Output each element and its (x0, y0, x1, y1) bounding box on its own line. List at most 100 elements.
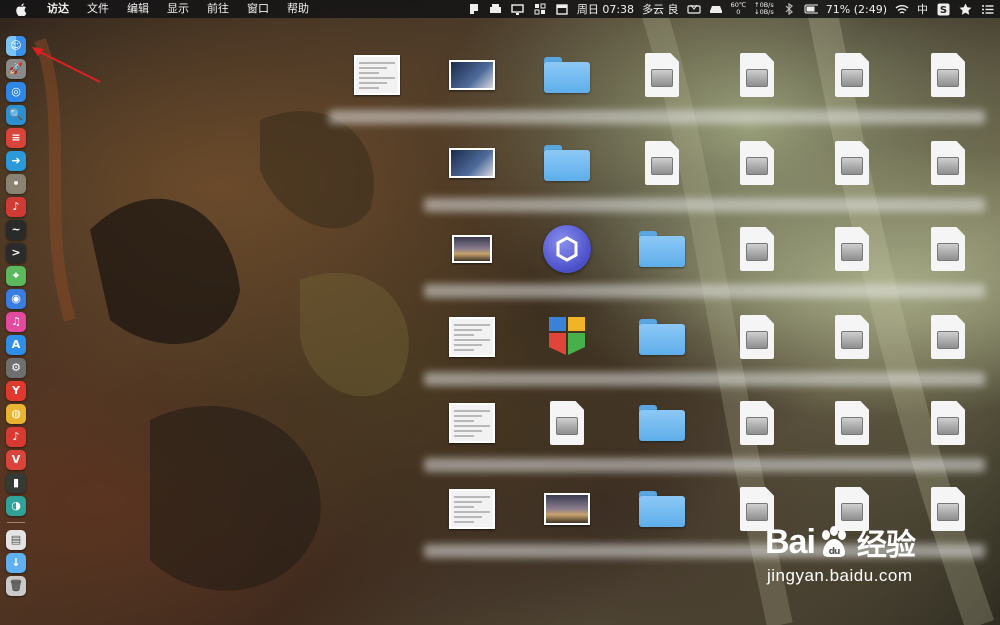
disk-image-file-icon[interactable] (729, 222, 785, 276)
disk-image-file-icon[interactable] (920, 222, 976, 276)
photo-thumbnail[interactable] (539, 482, 595, 536)
blurred-file-labels (424, 372, 985, 386)
folder-icon[interactable] (539, 48, 595, 102)
trash-icon[interactable]: 🗑 (6, 575, 26, 596)
music-red-icon[interactable]: ♪ (6, 196, 26, 217)
notes-red-icon[interactable]: ≡ (6, 127, 26, 148)
system-preferences-icon[interactable]: ⚙ (6, 357, 26, 378)
disk-image-file-icon[interactable] (539, 396, 595, 450)
screenshot-thumbnail[interactable] (349, 48, 405, 102)
disk-image-file-icon[interactable] (920, 396, 976, 450)
disk-image-file-icon[interactable] (824, 136, 880, 190)
chrome-icon[interactable]: ◍ (6, 403, 26, 424)
menu-bar: 访达 文件 编辑 显示 前往 窗口 帮助 周日 07:38 多云 良 60℃ 0… (0, 0, 1000, 18)
dock-separator (7, 522, 25, 523)
preview-icon[interactable]: 🔍 (6, 104, 26, 125)
siri-icon[interactable]: ◉ (6, 288, 26, 309)
migration-icon[interactable]: ➜ (6, 150, 26, 171)
disk-image-file-icon[interactable] (824, 48, 880, 102)
dark-app-icon[interactable]: ▮ (6, 472, 26, 493)
safari-icon[interactable]: ◎ (6, 81, 26, 102)
window-icon[interactable] (555, 3, 569, 15)
wifi-icon[interactable] (895, 3, 909, 15)
watermark-brand-a: Bai (765, 522, 816, 561)
flag-icon[interactable] (467, 3, 481, 15)
screenshot-thumbnail[interactable] (444, 396, 500, 450)
disk-image-file-icon[interactable] (634, 136, 690, 190)
menu-help[interactable]: 帮助 (278, 0, 318, 18)
folder-icon[interactable] (539, 136, 595, 190)
blurred-file-labels (329, 110, 985, 124)
screenshot-thumbnail[interactable] (444, 482, 500, 536)
svg-text:S: S (939, 5, 946, 16)
launchpad-icon[interactable]: 🚀 (6, 58, 26, 79)
watermark-brand-b: 经验 (856, 529, 916, 562)
screenshot-thumbnail[interactable] (444, 136, 500, 190)
disk-image-file-icon[interactable] (920, 48, 976, 102)
netease-music-icon[interactable]: ♪ (6, 426, 26, 447)
disk-image-file-icon[interactable] (824, 222, 880, 276)
folder-icon[interactable] (634, 482, 690, 536)
terminal-icon[interactable]: > (6, 242, 26, 263)
disk-image-file-icon[interactable] (824, 310, 880, 364)
watermark-url: jingyan.baidu.com (767, 566, 913, 585)
apple-icon[interactable] (14, 2, 28, 16)
menu-go[interactable]: 前往 (198, 0, 238, 18)
photo-thumbnail[interactable] (444, 222, 500, 276)
activity-monitor-icon[interactable]: ~ (6, 219, 26, 240)
disk-image-file-icon[interactable] (729, 310, 785, 364)
input-method[interactable]: 中 (917, 1, 928, 17)
network-speed[interactable]: ↑0B/s ↓0B/s (754, 2, 774, 16)
dock: ☺ 🚀 ◎ 🔍 ≡ ➜ • ♪ ~ > ⌖ ◉ ♫ A ⚙ Y ◍ ♪ V ▮ ◑ ▤ ↓ 🗑 (2, 34, 30, 609)
menu-view[interactable]: 显示 (158, 0, 198, 18)
notification-center-icon[interactable] (980, 3, 994, 15)
disk-image-file-icon[interactable] (634, 48, 690, 102)
disk-image-file-icon[interactable] (824, 396, 880, 450)
temp-bottom: 0 (736, 8, 741, 16)
bluetooth-icon[interactable] (782, 3, 796, 15)
gray-app-icon[interactable]: • (6, 173, 26, 194)
menu-window[interactable]: 窗口 (238, 0, 278, 18)
menu-file[interactable]: 文件 (78, 0, 118, 18)
printer-icon[interactable] (489, 3, 503, 15)
clock[interactable]: 周日 07:38 (577, 1, 634, 17)
disk-image-file-icon[interactable] (920, 482, 976, 536)
disk-image-file-icon[interactable] (920, 310, 976, 364)
downloads-folder-icon[interactable]: ↓ (6, 552, 26, 573)
svg-text:du: du (828, 547, 839, 557)
app-store-icon[interactable]: A (6, 334, 26, 355)
disk-image-file-icon[interactable] (729, 396, 785, 450)
maps-icon[interactable]: ⌖ (6, 265, 26, 286)
display-icon[interactable] (511, 3, 525, 15)
s-app-icon[interactable]: S (936, 3, 950, 16)
temperature-readout[interactable]: 60℃ 0 (731, 2, 747, 16)
teal-app-icon[interactable]: ◑ (6, 495, 26, 516)
menu-app-name[interactable]: 访达 (38, 0, 78, 18)
document-stack-icon[interactable]: ▤ (6, 529, 26, 550)
baidu-paw-icon: du (821, 526, 846, 557)
menu-edit[interactable]: 编辑 (118, 0, 158, 18)
battery-text[interactable]: 71% (2:49) (826, 3, 887, 16)
blurred-file-labels (424, 198, 985, 212)
car-icon[interactable] (709, 3, 723, 15)
itunes-icon[interactable]: ♫ (6, 311, 26, 332)
star-icon[interactable] (958, 3, 972, 15)
colorful-tiles-app-icon[interactable] (539, 310, 595, 364)
grid-icon[interactable] (533, 3, 547, 15)
screenshot-thumbnail[interactable] (444, 48, 500, 102)
disk-image-file-icon[interactable] (729, 136, 785, 190)
screenshot-thumbnail[interactable] (444, 310, 500, 364)
finder-icon[interactable]: ☺ (6, 35, 26, 56)
hexagon-app-icon[interactable] (539, 222, 595, 276)
folder-icon[interactable] (634, 396, 690, 450)
disk-image-file-icon[interactable] (920, 136, 976, 190)
weather-text[interactable]: 多云 良 (642, 1, 679, 17)
keyboard-brightness-icon[interactable] (686, 3, 701, 15)
disk-image-file-icon[interactable] (729, 48, 785, 102)
vivaldi-icon[interactable]: V (6, 449, 26, 470)
folder-icon[interactable] (634, 310, 690, 364)
yandex-icon[interactable]: Y (6, 380, 26, 401)
folder-icon[interactable] (634, 222, 690, 276)
battery-icon[interactable] (804, 3, 818, 15)
red-arrow-annotation (32, 47, 101, 83)
